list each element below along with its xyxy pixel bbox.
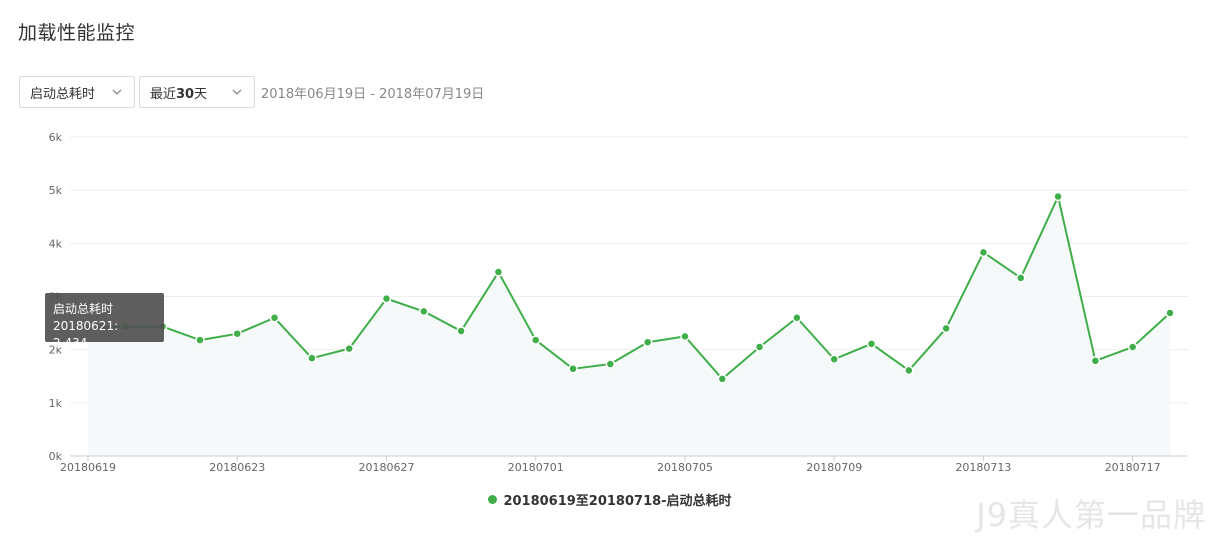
- x-tick-label: 20180717: [1105, 461, 1161, 474]
- x-tick-label: 20180713: [955, 461, 1011, 474]
- data-point: [941, 323, 951, 334]
- metric-select-value: 启动总耗时: [30, 86, 96, 102]
- legend-label: 20180619至20180718-启动总耗时: [503, 494, 732, 509]
- data-point: [1053, 191, 1063, 202]
- data-point: [754, 342, 765, 352]
- range-select[interactable]: 最近30天: [139, 76, 255, 108]
- data-point: [568, 364, 578, 374]
- range-select-value: 最近30天: [150, 86, 208, 102]
- tooltip-title: 启动总耗时: [53, 302, 114, 316]
- data-point: [232, 328, 242, 339]
- metric-select[interactable]: 启动总耗时: [19, 76, 135, 108]
- data-point: [680, 331, 690, 342]
- data-point: [493, 267, 504, 277]
- data-point: [269, 313, 280, 323]
- data-point: [344, 343, 354, 354]
- data-point: [866, 339, 877, 349]
- tooltip-value: 20180621: 2,434: [53, 319, 119, 350]
- x-tick-label: 20180619: [60, 461, 116, 474]
- data-point: [195, 335, 205, 345]
- y-tick-label: 1k: [49, 397, 63, 410]
- data-point: [792, 313, 802, 323]
- data-point: [419, 306, 429, 317]
- data-point: [307, 353, 317, 363]
- data-tooltip: 启动总耗时 20180621: 2,434: [45, 293, 164, 350]
- chevron-down-icon: [112, 89, 122, 95]
- chevron-down-icon: [232, 89, 242, 95]
- data-point: [904, 365, 914, 376]
- data-point: [1127, 342, 1138, 352]
- x-tick-label: 20180623: [209, 461, 265, 474]
- data-point: [829, 354, 839, 364]
- data-point: [1165, 308, 1175, 318]
- x-tick-label: 20180701: [508, 461, 564, 474]
- line-chart: 0k1k2k3k4k5k6k20180619201806232018062720…: [49, 131, 1188, 474]
- data-point: [605, 359, 616, 369]
- y-tick-label: 5k: [49, 184, 63, 197]
- data-point: [530, 335, 541, 345]
- data-point: [1016, 273, 1026, 283]
- x-tick-label: 20180709: [806, 461, 862, 474]
- data-point: [1090, 356, 1101, 366]
- series-area: [88, 196, 1170, 456]
- data-point: [642, 337, 653, 347]
- x-tick-label: 20180705: [657, 461, 713, 474]
- filter-bar: 启动总耗时 最近30天 2018年06月19日 - 2018年07月19日: [19, 76, 484, 108]
- y-tick-label: 4k: [49, 237, 63, 250]
- data-point: [717, 374, 728, 384]
- page-title: 加载性能监控: [18, 22, 136, 44]
- y-tick-label: 6k: [49, 131, 63, 144]
- data-point: [456, 326, 466, 336]
- x-tick-label: 20180627: [358, 461, 414, 474]
- watermark: J9真人第一品牌: [976, 496, 1206, 534]
- date-range-text: 2018年06月19日 - 2018年07月19日: [261, 86, 485, 102]
- legend-marker: [488, 495, 498, 504]
- data-point: [978, 247, 989, 258]
- data-point: [381, 293, 392, 304]
